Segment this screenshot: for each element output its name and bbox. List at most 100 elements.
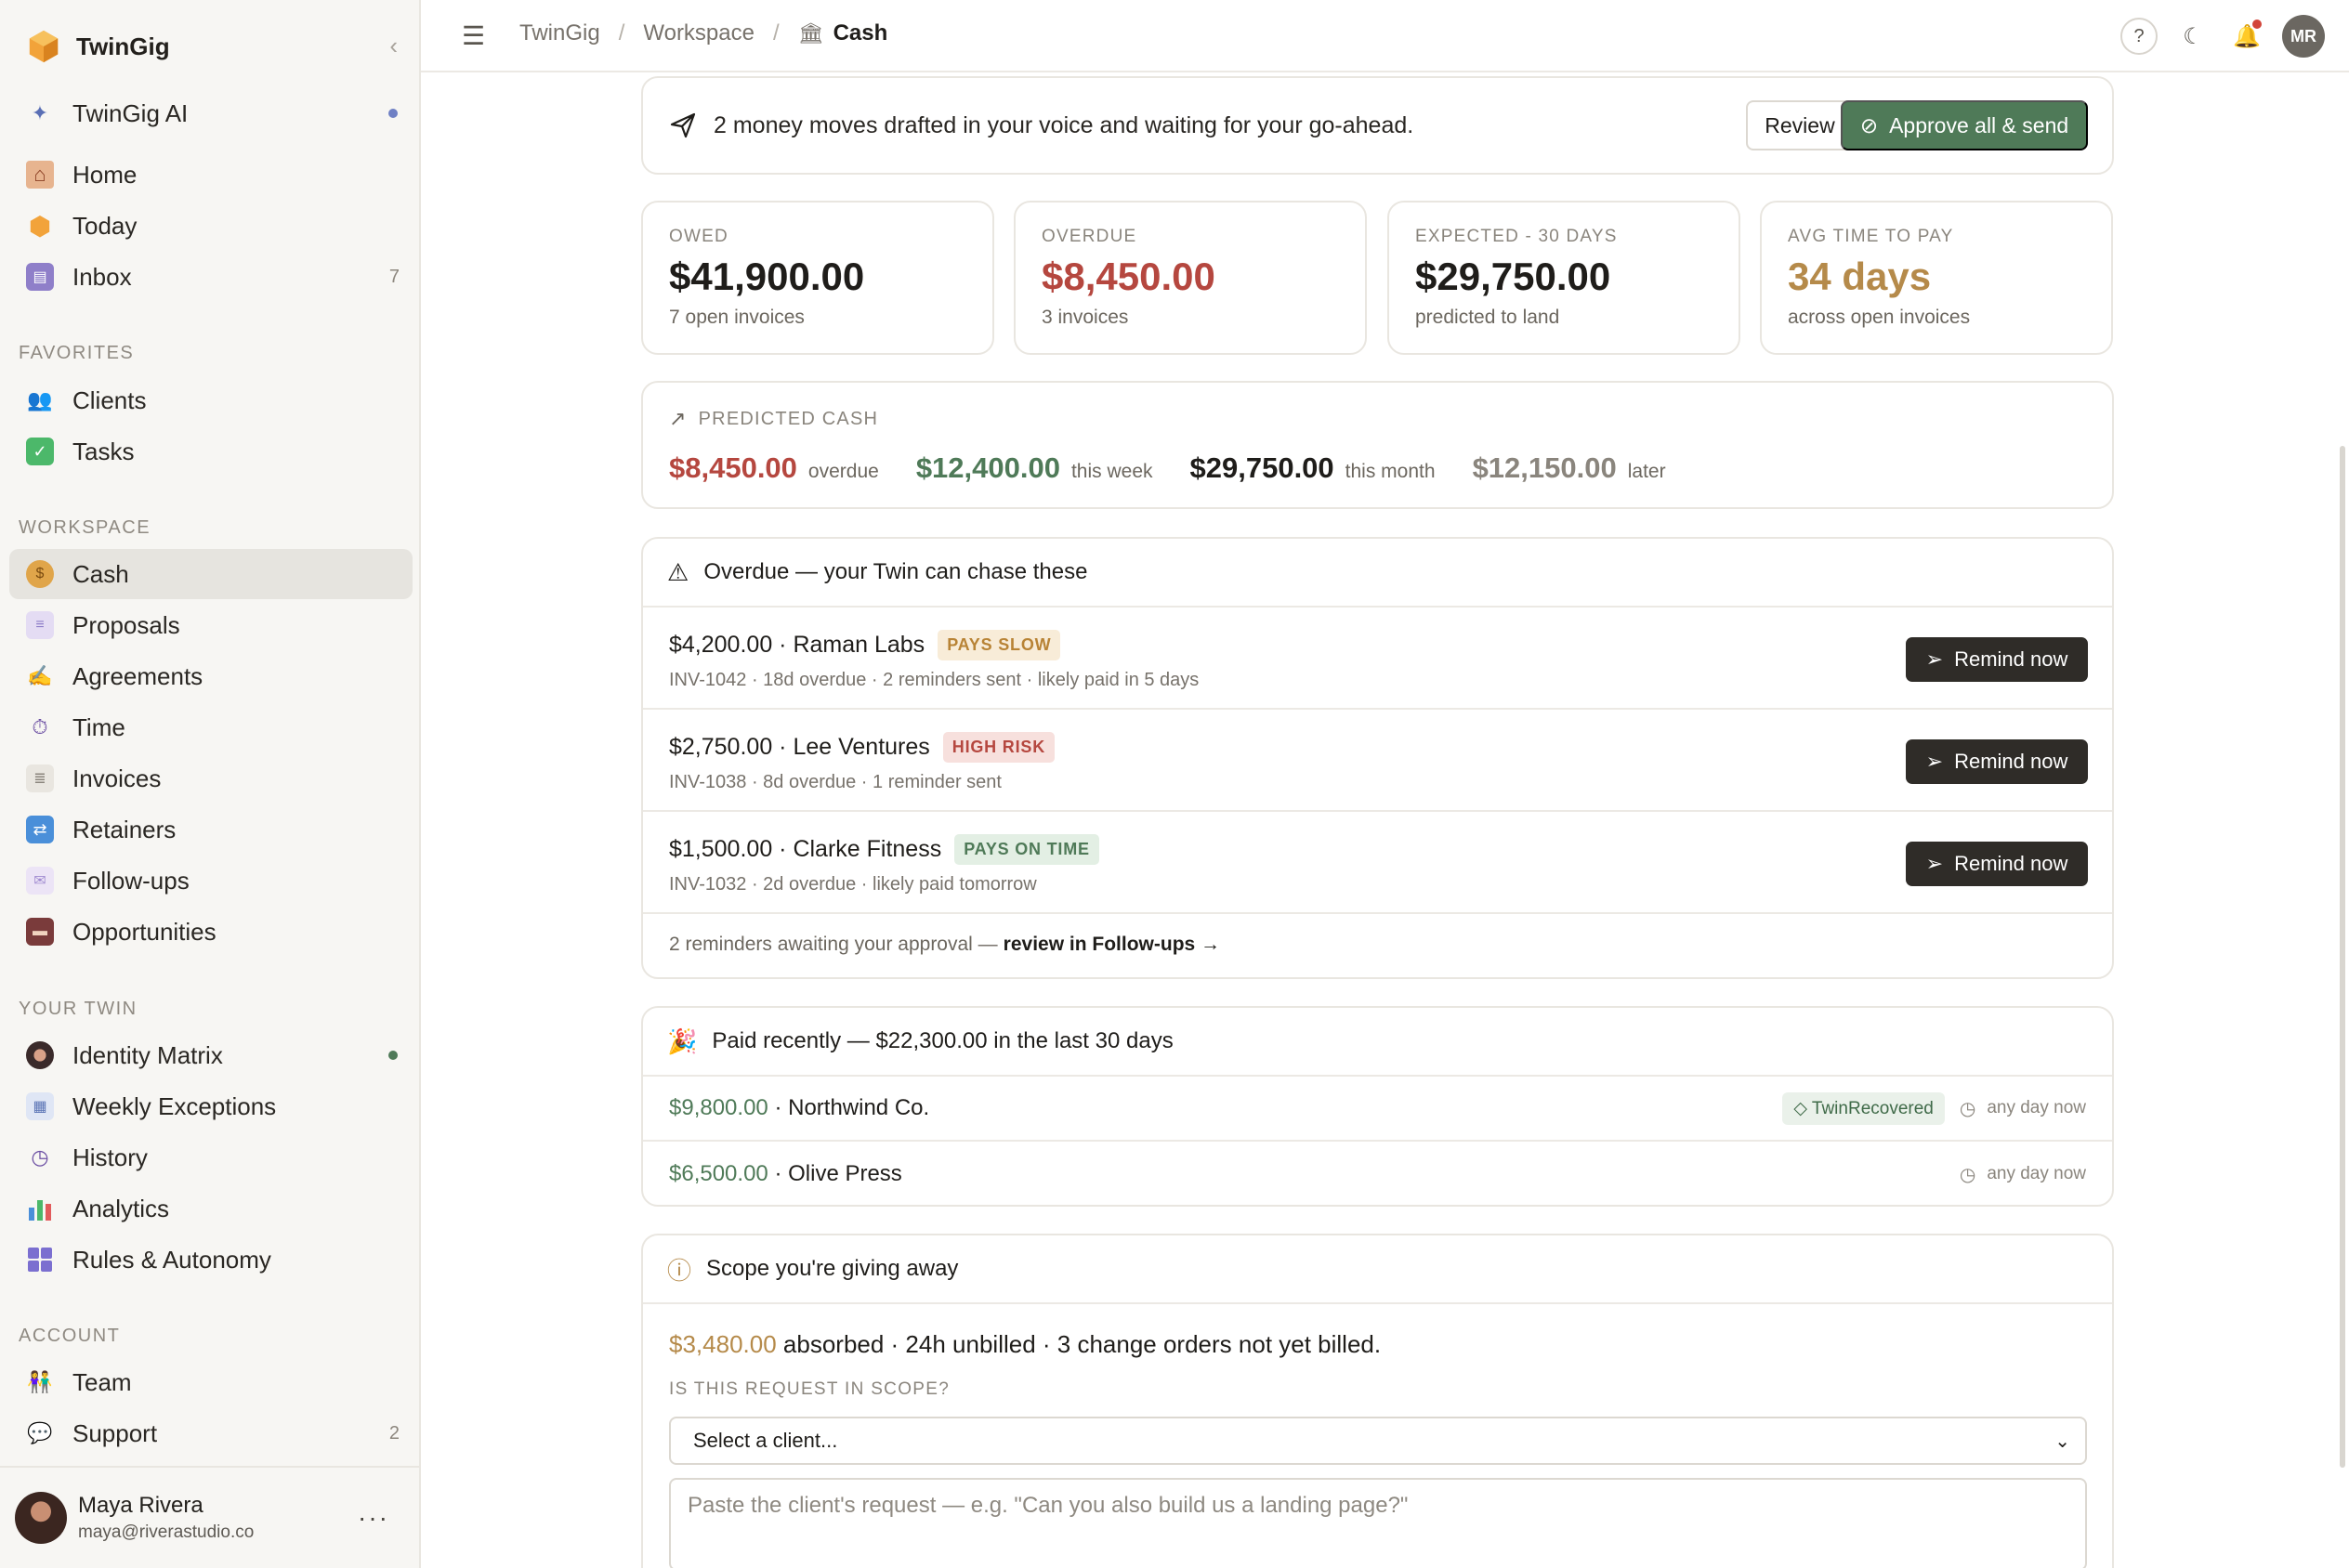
sidebar-item-agreements[interactable]: ✍ Agreements (9, 651, 413, 701)
paid-row: $6,500.00 · Olive Press ◷ any day now (643, 1142, 2112, 1207)
approve-all-label: Approve all & send (1889, 112, 2069, 137)
sidebar-item-retainers[interactable]: ⇄ Retainers (9, 804, 413, 855)
predicted-cash-header: ↗ PREDICTED CASH (669, 407, 2112, 431)
sidebar-item-identity-matrix[interactable]: Identity Matrix (9, 1030, 413, 1080)
breadcrumb-cash: Cash (833, 20, 888, 46)
approve-all-button[interactable]: ⊘ Approve all & send (1841, 100, 2088, 150)
breadcrumb-separator: / (618, 20, 625, 46)
sidebar-item-opportunities[interactable]: ▬ Opportunities (9, 907, 413, 957)
review-follow-ups-link[interactable]: review in Follow-ups → (1004, 934, 1220, 956)
sidebar-item-weekly-exceptions[interactable]: ▦ Weekly Exceptions (9, 1081, 413, 1131)
menu-icon[interactable]: ☰ (462, 20, 485, 51)
sidebar-item-label: Today (72, 211, 138, 240)
warning-icon: ⚠ (667, 557, 689, 586)
sidebar-item-support[interactable]: 💬 Support 2 (9, 1408, 413, 1458)
remind-now-label: Remind now (1954, 852, 2068, 875)
inbox-icon: ▤ (26, 263, 54, 291)
writing-hand-icon: ✍ (27, 664, 53, 687)
sidebar-item-label: Opportunities (72, 917, 217, 946)
send-icon: ➢ (1925, 750, 1944, 773)
sidebar-item-home[interactable]: ⌂ Home (9, 150, 413, 200)
check-circle-icon: ⊘ (1859, 112, 1879, 137)
sparkle-icon: ✦ (31, 101, 49, 124)
sidebar-item-follow-ups[interactable]: ✉ Follow-ups (9, 856, 413, 906)
separator-dot: · (768, 1161, 789, 1186)
breadcrumb-separator: / (772, 20, 780, 46)
remind-now-button[interactable]: ➢ Remind now (1906, 842, 2088, 886)
user-avatar-button[interactable]: MR (2282, 15, 2325, 58)
kpi-label: AVG TIME TO PAY (1788, 227, 1954, 246)
collapse-sidebar-icon[interactable]: ‹ (389, 32, 398, 60)
sidebar-item-inbox[interactable]: ▤ Inbox 7 (9, 252, 413, 302)
bucket-amount: $8,450.00 (669, 451, 797, 484)
check-box-icon: ✓ (26, 438, 54, 465)
overdue-row-main: $2,750.00 · Lee Ventures HIGH RISK (669, 732, 2112, 763)
user-profile[interactable]: Maya Rivera maya@riverastudio.co ··· (0, 1466, 419, 1568)
topbar-actions: ? ☾ 🔔 MR (2120, 15, 2325, 58)
sidebar-item-today[interactable]: ⬢ Today (9, 201, 413, 251)
sidebar-item-label: Home (72, 160, 138, 189)
paid-recently-title: Paid recently — $22,300.00 in the last 3… (712, 1028, 1174, 1053)
invoice-meta: INV-1038 · 8d overdue · 1 reminder sent (669, 772, 1002, 792)
sidebar-item-time[interactable]: ⏱ Time (9, 702, 413, 752)
kpi-value: $41,900.00 (669, 255, 865, 298)
sidebar-item-invoices[interactable]: ≣ Invoices (9, 753, 413, 804)
client-name[interactable]: Lee Ventures (793, 734, 929, 761)
sidebar-item-analytics[interactable]: Analytics (9, 1183, 413, 1234)
send-icon: ➢ (1925, 647, 1944, 671)
client-name[interactable]: Northwind Co. (788, 1095, 929, 1121)
bell-icon[interactable]: 🔔 (2228, 18, 2265, 55)
scope-question: IS THIS REQUEST IN SCOPE? (669, 1379, 951, 1399)
sidebar-item-label: Weekly Exceptions (72, 1091, 277, 1120)
sidebar-item-label: Clients (72, 385, 147, 414)
sidebar-item-label: Proposals (72, 610, 180, 639)
remind-now-button[interactable]: ➢ Remind now (1906, 637, 2088, 682)
scope-card: ⓘ Scope you're giving away $3,480.00 abs… (641, 1234, 2114, 1568)
client-request-textarea[interactable]: Paste the client's request — e.g. "Can y… (669, 1478, 2087, 1568)
trend-up-icon: ↗ (669, 407, 688, 430)
sidebar-item-clients[interactable]: 👥 Clients (9, 375, 413, 425)
more-options-icon[interactable]: ··· (358, 1503, 389, 1533)
sidebar-item-label: Support (72, 1418, 158, 1447)
overdue-card: ⚠ Overdue — your Twin can chase these $4… (641, 537, 2114, 979)
kpi-value: $29,750.00 (1415, 255, 1611, 298)
sidebar-item-proposals[interactable]: ≡ Proposals (9, 600, 413, 650)
breadcrumb-twingig[interactable]: TwinGig (519, 20, 600, 46)
diamond-icon: ◇ (1793, 1098, 1807, 1118)
status-badge: HIGH RISK (942, 732, 1055, 763)
status-badge: PAYS ON TIME (954, 834, 1099, 865)
sidebar-item-label: Cash (72, 559, 129, 588)
client-name[interactable]: Raman Labs (793, 632, 925, 659)
client-select[interactable]: Select a client... ⌄ (669, 1417, 2087, 1465)
client-name[interactable]: Clarke Fitness (793, 836, 941, 863)
sidebar-item-cash[interactable]: $ Cash (9, 549, 413, 599)
help-icon[interactable]: ? (2120, 18, 2158, 55)
paid-recently-card: 🎉 Paid recently — $22,300.00 in the last… (641, 1006, 2114, 1207)
invoice-meta: INV-1032 · 2d overdue · likely paid tomo… (669, 874, 1037, 895)
sidebar-item-team[interactable]: 👫 Team (9, 1357, 413, 1407)
remind-now-button[interactable]: ➢ Remind now (1906, 739, 2088, 784)
hexagon-icon: ⬢ (28, 211, 52, 241)
scope-absorbed-amount: $3,480.00 (669, 1330, 777, 1358)
separator-dot: · (768, 1095, 789, 1120)
scrollbar[interactable] (2340, 446, 2345, 1468)
kpi-label: EXPECTED - 30 DAYS (1415, 227, 1618, 246)
review-button[interactable]: Review (1746, 100, 1854, 150)
banner-text: 2 money moves drafted in your voice and … (714, 111, 1414, 138)
moon-icon[interactable]: ☾ (2174, 18, 2211, 55)
breadcrumb-workspace[interactable]: Workspace (643, 20, 755, 46)
sidebar-item-rules-autonomy[interactable]: Rules & Autonomy (9, 1235, 413, 1285)
sidebar-item-tasks[interactable]: ✓ Tasks (9, 426, 413, 477)
section-workspace: WORKSPACE (19, 517, 151, 538)
bucket-label: later (1627, 461, 1666, 482)
sidebar-item-label: Inbox (72, 262, 132, 291)
repeat-icon: ⇄ (26, 816, 54, 843)
sidebar: TwinGig ‹ ✦ TwinGig AI ⌂ Home ⬢ Today ▤ … (0, 0, 421, 1568)
user-name: Maya Rivera (78, 1493, 203, 1518)
send-icon: ➢ (1925, 852, 1944, 875)
twingig-logo-icon (29, 30, 59, 63)
paid-recently-header: 🎉 Paid recently — $22,300.00 in the last… (643, 1008, 2112, 1077)
sidebar-item-history[interactable]: ◷ History (9, 1132, 413, 1183)
client-name[interactable]: Olive Press (788, 1161, 902, 1187)
sidebar-item-twingig-ai[interactable]: ✦ TwinGig AI (9, 88, 413, 138)
